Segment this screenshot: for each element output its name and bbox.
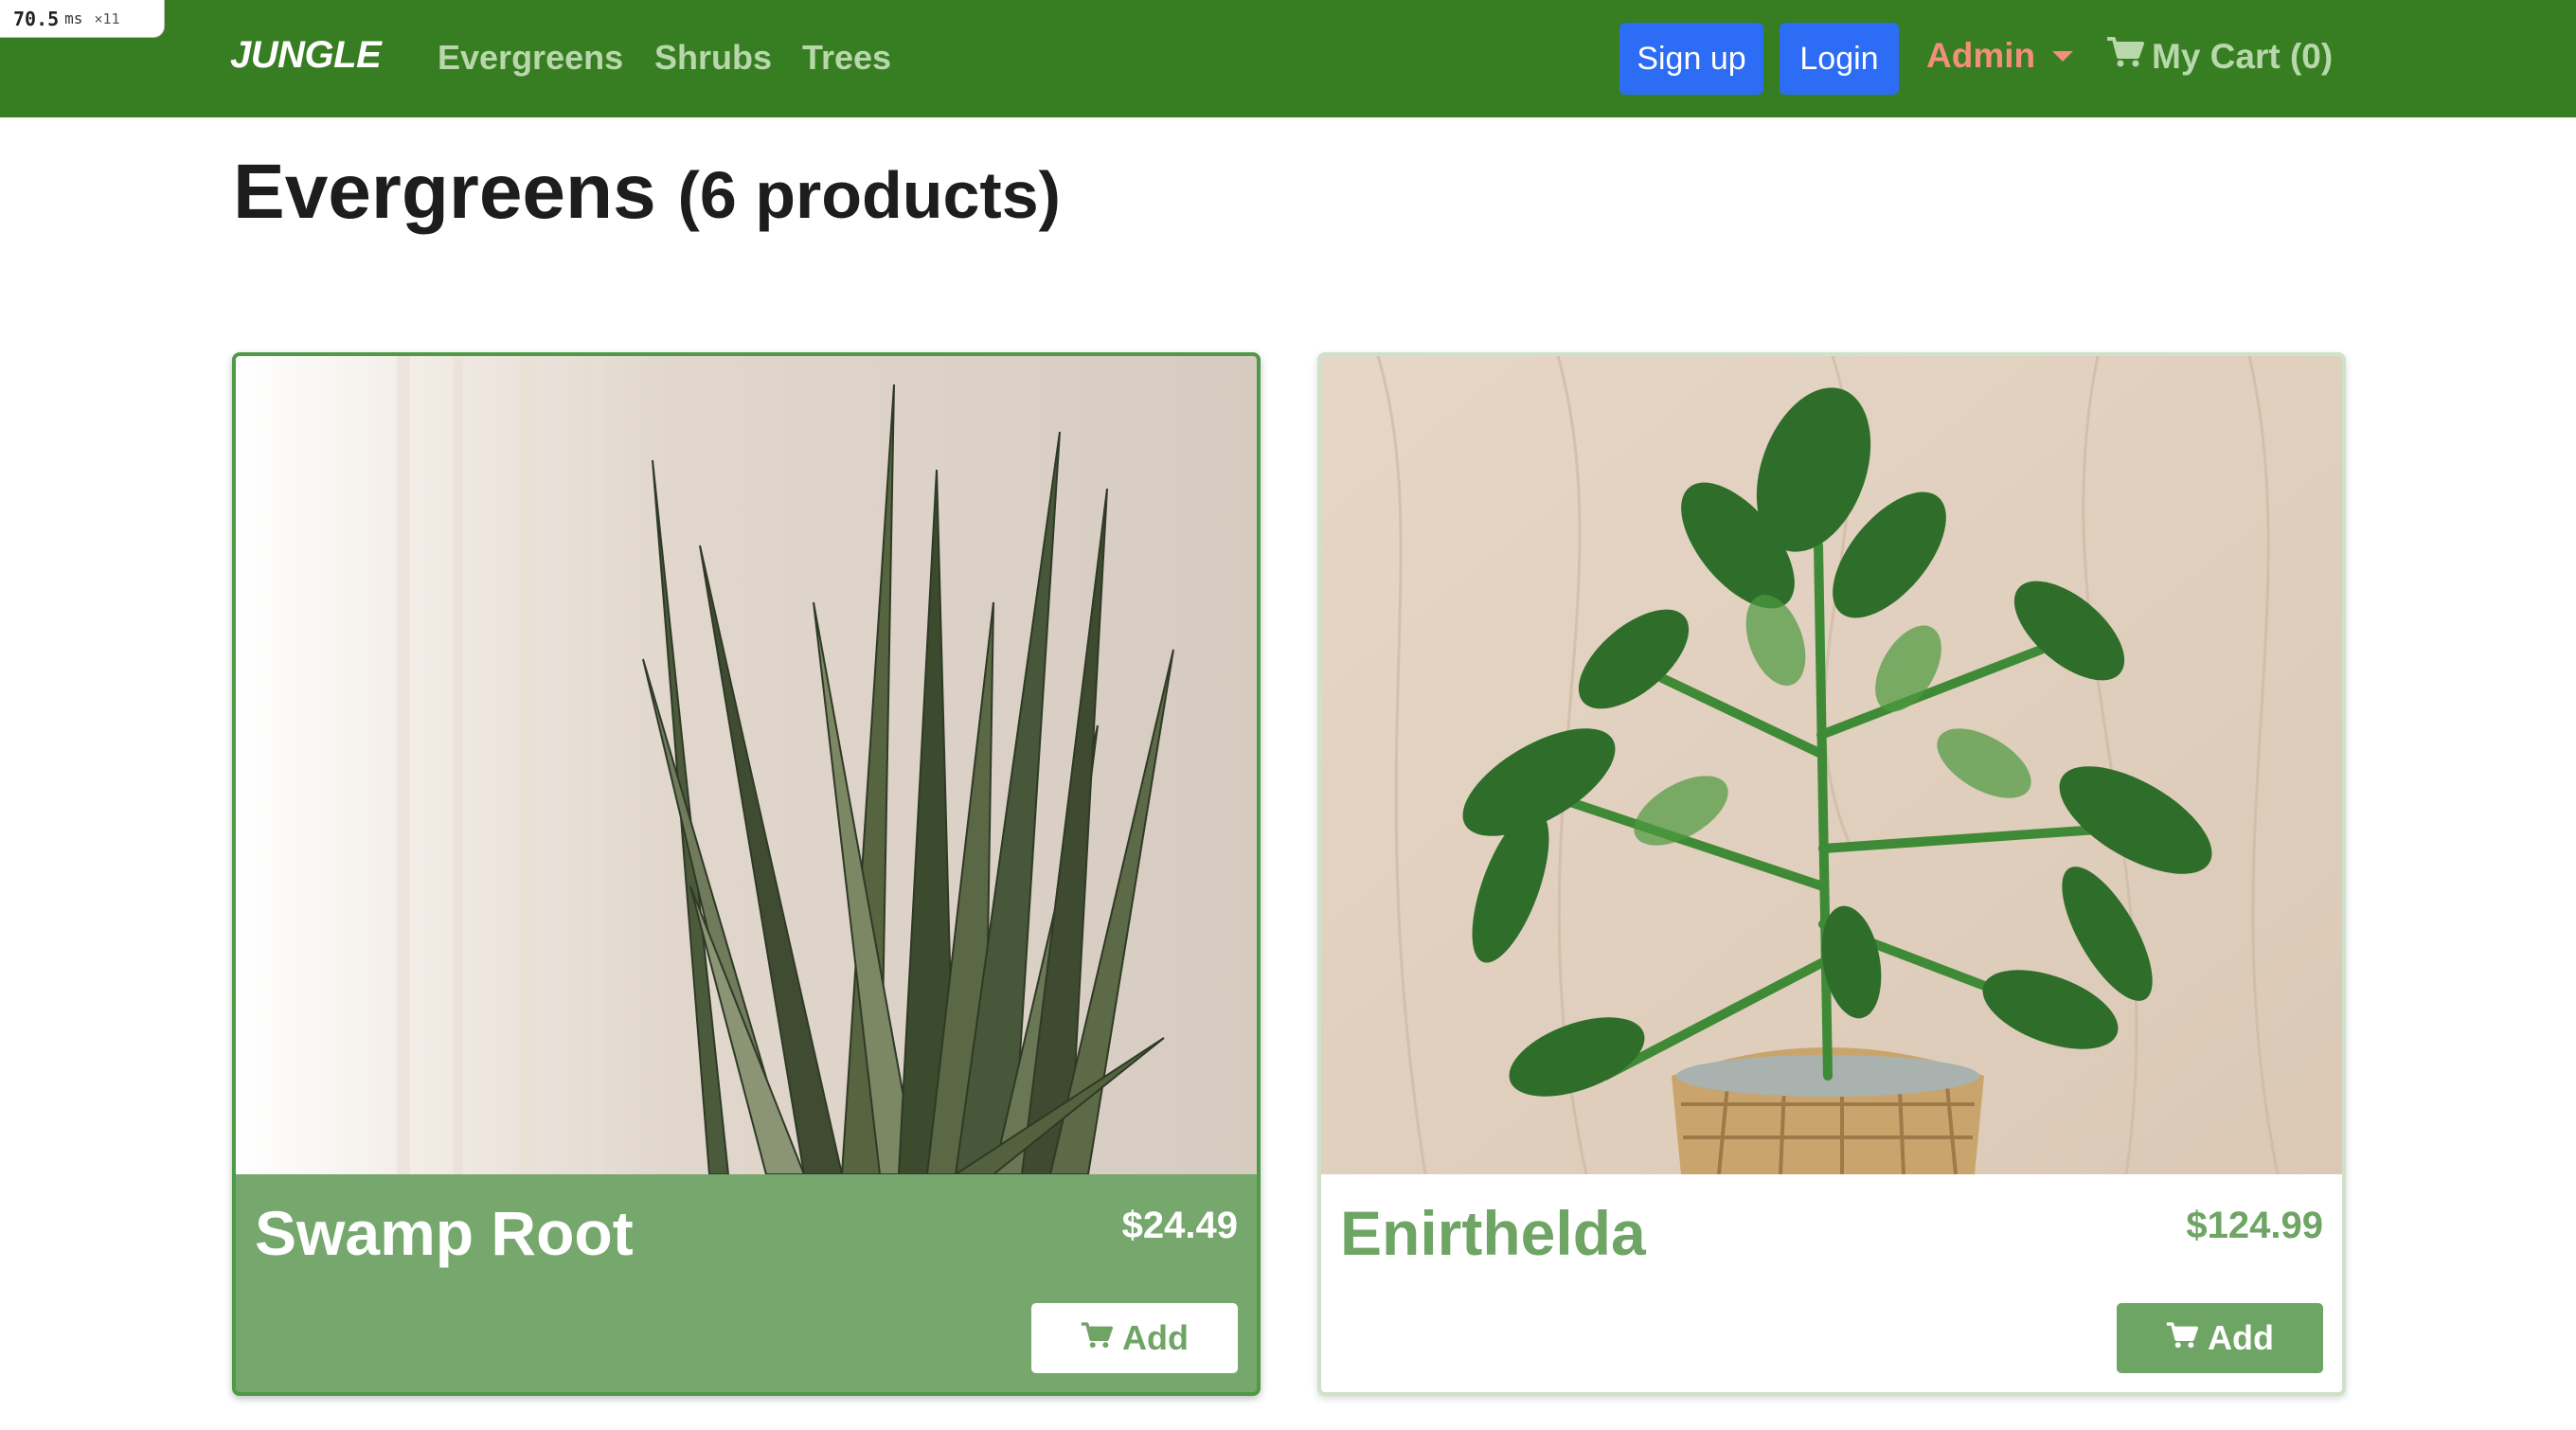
nav-link-trees[interactable]: Trees bbox=[802, 38, 891, 78]
nav-link-evergreens[interactable]: Evergreens bbox=[438, 38, 623, 78]
perf-value: 70.5 bbox=[13, 7, 60, 30]
product-name[interactable]: Swamp Root bbox=[255, 1197, 634, 1269]
category-title: Evergreens bbox=[233, 149, 656, 235]
login-button[interactable]: Login bbox=[1780, 23, 1899, 95]
brand-logo[interactable]: JUNGLE bbox=[230, 34, 382, 77]
add-label: Add bbox=[2208, 1318, 2274, 1357]
product-card[interactable]: Enirthelda $124.99 Add bbox=[1317, 352, 2346, 1396]
signup-button[interactable]: Sign up bbox=[1619, 23, 1763, 95]
cart-icon bbox=[2166, 1318, 2198, 1358]
product-count: (6 products) bbox=[677, 158, 1061, 232]
product-price: $124.99 bbox=[2186, 1205, 2323, 1246]
admin-dropdown[interactable]: Admin bbox=[1926, 36, 2074, 76]
add-to-cart-button[interactable]: Add bbox=[2117, 1303, 2323, 1373]
snake-plant-photo[interactable] bbox=[236, 356, 1257, 1174]
nav-link-shrubs[interactable]: Shrubs bbox=[654, 38, 772, 78]
cart-icon bbox=[1081, 1318, 1113, 1358]
product-card[interactable]: Swamp Root $24.49 Add bbox=[232, 352, 1261, 1396]
product-name[interactable]: Enirthelda bbox=[1340, 1197, 1646, 1269]
chevron-down-icon bbox=[2052, 50, 2074, 62]
my-cart-link[interactable]: My Cart (0) bbox=[2106, 36, 2333, 77]
page-title: Evergreens (6 products) bbox=[233, 148, 1061, 237]
cart-icon bbox=[2106, 36, 2144, 77]
page: JUNGLE Evergreens Shrubs Trees Sign up L… bbox=[0, 0, 2576, 1430]
potted-green-plant-photo[interactable] bbox=[1321, 356, 2342, 1174]
product-price: $24.49 bbox=[1121, 1205, 1238, 1246]
perf-badge: 70.5 ms ×11 bbox=[0, 0, 165, 38]
add-label: Add bbox=[1122, 1318, 1189, 1357]
cart-label: My Cart (0) bbox=[2152, 36, 2334, 76]
perf-multiplier: ×11 bbox=[94, 9, 120, 27]
add-to-cart-button[interactable]: Add bbox=[1031, 1303, 1238, 1373]
admin-label: Admin bbox=[1926, 36, 2036, 75]
navbar: JUNGLE Evergreens Shrubs Trees Sign up L… bbox=[0, 0, 2576, 117]
perf-unit: ms bbox=[64, 9, 83, 27]
